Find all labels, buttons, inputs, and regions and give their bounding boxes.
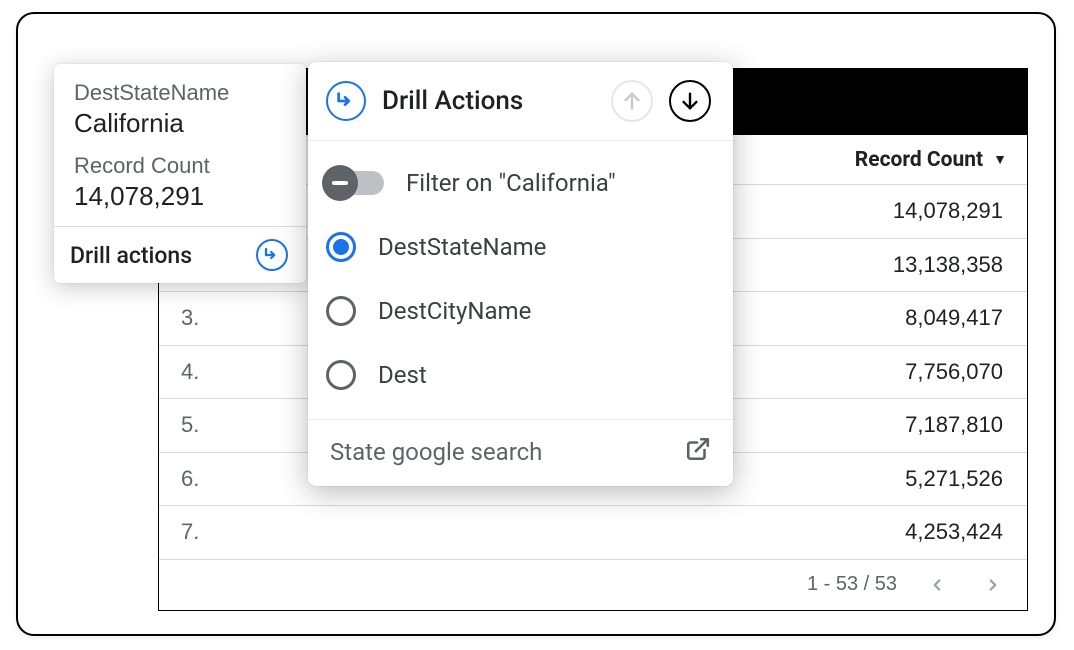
minus-icon xyxy=(322,165,358,201)
filter-toggle[interactable] xyxy=(326,171,384,195)
drill-down-button[interactable] xyxy=(669,80,711,122)
sort-desc-icon: ▼ xyxy=(993,151,1007,168)
drill-panel-header: Drill Actions xyxy=(308,62,733,141)
arrow-up-icon xyxy=(621,90,643,112)
radio-button[interactable] xyxy=(326,360,356,390)
row-index: 4. xyxy=(159,359,237,385)
drill-actions-open-button[interactable]: Drill actions xyxy=(54,226,306,283)
drill-options-list: Filter on "California" DestStateName Des… xyxy=(308,141,733,420)
row-index: 5. xyxy=(159,412,237,438)
pager-next-button[interactable] xyxy=(977,569,1009,601)
drill-actions-panel: Drill Actions Filter on "California" xyxy=(308,62,733,486)
pager-prev-button[interactable] xyxy=(921,569,953,601)
drill-option-row[interactable]: DestStateName xyxy=(326,215,711,279)
row-value: 4,253,424 xyxy=(237,519,1027,545)
table-pager: 1 - 53 / 53 xyxy=(159,560,1027,610)
radio-button[interactable] xyxy=(326,296,356,326)
drill-option-label: Dest xyxy=(378,361,427,389)
external-search-label: State google search xyxy=(330,438,542,466)
column-header-label: Record Count xyxy=(855,148,983,172)
drill-option-row[interactable]: DestCityName xyxy=(326,279,711,343)
table-row[interactable]: 7. 4,253,424 xyxy=(159,506,1027,560)
arrow-down-icon xyxy=(679,90,701,112)
drill-down-icon xyxy=(326,81,366,121)
app-frame: Record Count ▼ 1. 14,078,291 2. 13,138,3… xyxy=(16,12,1056,636)
chevron-left-icon xyxy=(928,576,946,594)
tooltip-field-label: Record Count xyxy=(74,153,286,179)
radio-button[interactable] xyxy=(326,232,356,262)
chevron-right-icon xyxy=(984,576,1002,594)
row-index: 6. xyxy=(159,466,237,492)
drill-down-icon xyxy=(256,239,288,271)
row-index: 3. xyxy=(159,305,237,331)
tooltip-field-value: California xyxy=(74,108,286,139)
filter-toggle-row[interactable]: Filter on "California" xyxy=(326,151,711,215)
datapoint-tooltip: DestStateName California Record Count 14… xyxy=(54,64,306,283)
tooltip-field-value: 14,078,291 xyxy=(74,181,286,212)
external-search-link[interactable]: State google search xyxy=(308,420,733,486)
drill-up-button[interactable] xyxy=(611,80,653,122)
filter-toggle-label: Filter on "California" xyxy=(406,169,616,197)
drill-actions-label: Drill actions xyxy=(70,242,192,269)
drill-panel-title: Drill Actions xyxy=(382,86,595,116)
open-in-new-icon xyxy=(685,436,711,468)
drill-option-row[interactable]: Dest xyxy=(326,343,711,407)
pager-range: 1 - 53 / 53 xyxy=(807,573,897,596)
tooltip-field-label: DestStateName xyxy=(74,80,286,106)
drill-option-label: DestCityName xyxy=(378,297,531,325)
drill-option-label: DestStateName xyxy=(378,233,546,261)
row-index: 7. xyxy=(159,519,237,545)
